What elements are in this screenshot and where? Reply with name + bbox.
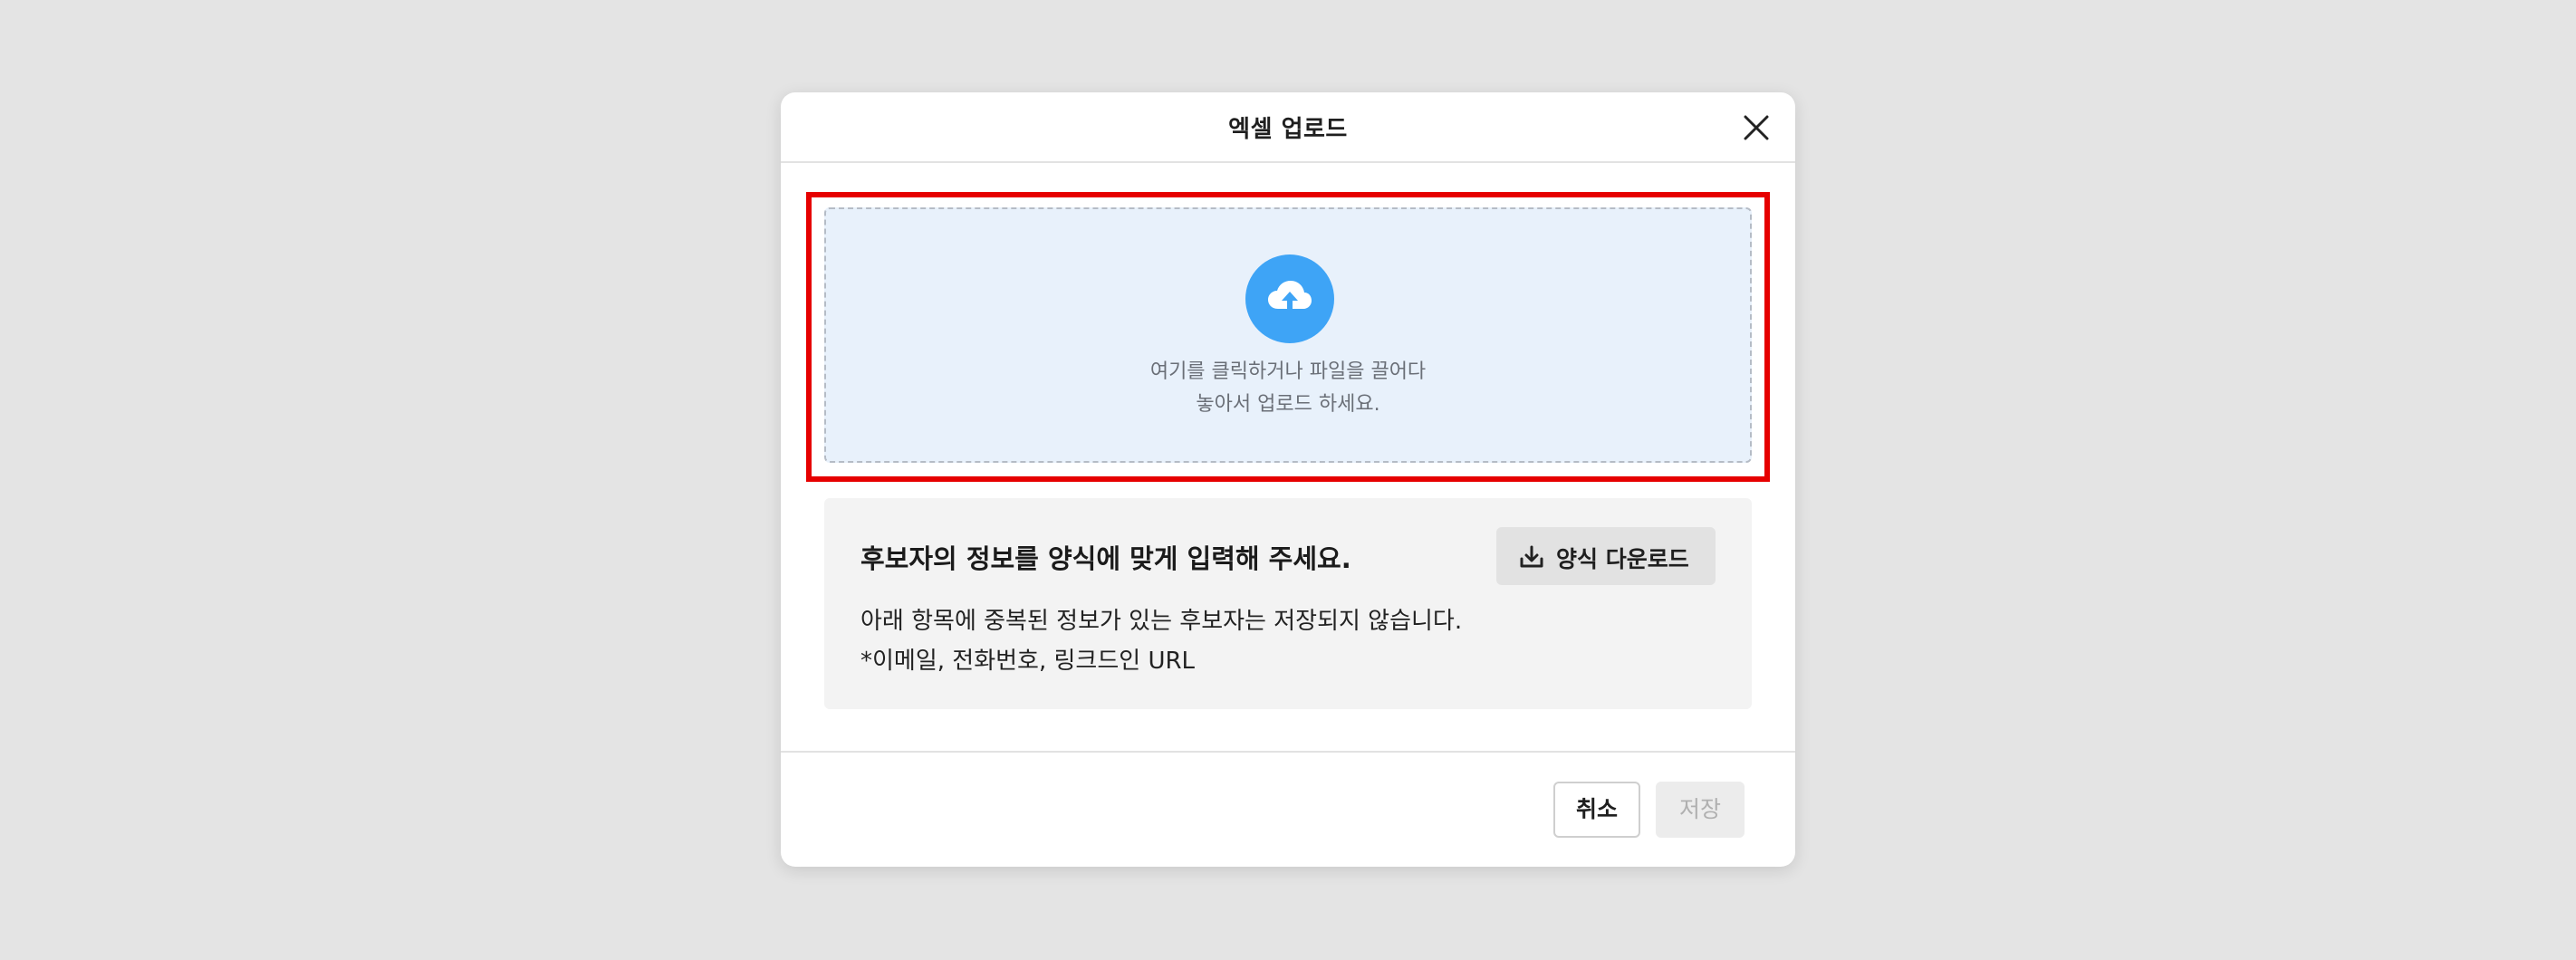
info-desc-line1: 아래 항목에 중복된 정보가 있는 후보자는 저장되지 않습니다. [860, 608, 1463, 635]
info-desc-line2: *이메일, 전화번호, 링크드인 URL [860, 648, 1196, 675]
info-description: 아래 항목에 중복된 정보가 있는 후보자는 저장되지 않습니다. *이메일, … [860, 601, 1462, 681]
close-icon[interactable] [1741, 112, 1772, 143]
save-button[interactable]: 저장 [1656, 782, 1745, 838]
dropzone-text: 여기를 클릭하거나 파일을 끌어다 놓아서 업로드 하세요. [826, 356, 1750, 421]
template-download-button[interactable]: 양식 다운로드 [1496, 527, 1716, 585]
cancel-button[interactable]: 취소 [1553, 782, 1640, 838]
excel-upload-modal: 엑셀 업로드 여기를 클릭하거나 파일을 끌어다 놓아서 업로드 하세요. 후보… [781, 92, 1795, 867]
download-label: 양식 다운로드 [1556, 546, 1689, 572]
cloud-upload-icon [1245, 254, 1334, 343]
modal-header: 엑셀 업로드 [781, 92, 1795, 163]
modal-title: 엑셀 업로드 [1228, 116, 1348, 143]
dropzone-text-line2: 놓아서 업로드 하세요. [1196, 393, 1380, 416]
download-icon [1520, 545, 1543, 568]
info-title: 후보자의 정보를 양식에 맞게 입력해 주세요. [860, 543, 1351, 574]
file-dropzone[interactable]: 여기를 클릭하거나 파일을 끌어다 놓아서 업로드 하세요. [824, 207, 1752, 463]
dropzone-text-line1: 여기를 클릭하거나 파일을 끌어다 [1149, 360, 1427, 383]
info-box: 후보자의 정보를 양식에 맞게 입력해 주세요. 양식 다운로드 아래 항목에 … [824, 498, 1752, 709]
footer-divider [781, 751, 1795, 753]
